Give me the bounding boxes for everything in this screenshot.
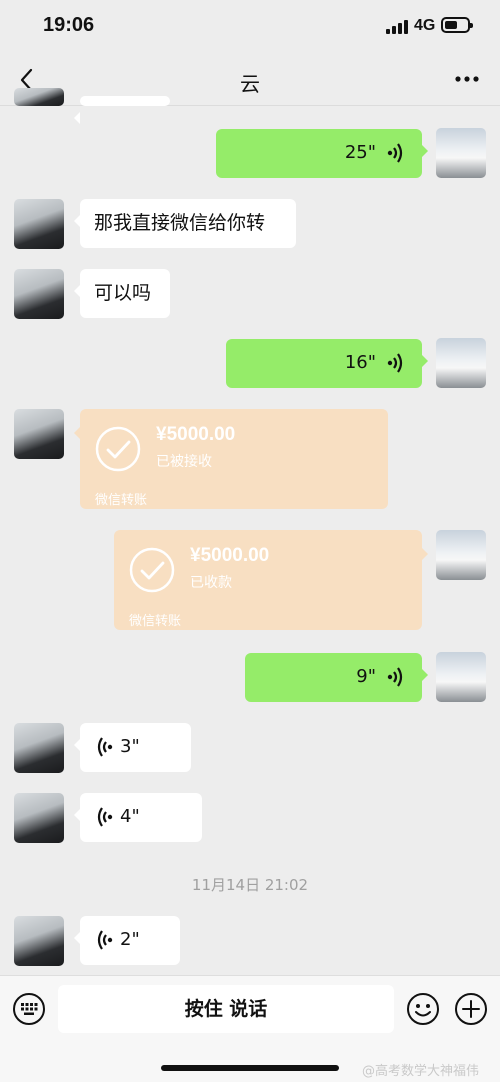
- more-functions-button[interactable]: [454, 992, 488, 1026]
- text-message-incoming[interactable]: 那我直接微信给你转: [74, 199, 296, 248]
- voice-duration: 3": [120, 736, 140, 757]
- battery-icon: [441, 17, 473, 33]
- voice-wave-icon: [387, 143, 403, 163]
- message-text: 可以吗: [94, 282, 152, 304]
- my-avatar[interactable]: [436, 652, 486, 702]
- my-avatar[interactable]: [436, 530, 486, 580]
- transfer-brand-label: 微信转账: [129, 614, 182, 629]
- voice-wave-icon: [97, 807, 113, 827]
- emoji-icon: [407, 993, 439, 1025]
- voice-wave-icon: [97, 737, 113, 757]
- voice-message-outgoing[interactable]: 25": [216, 129, 428, 178]
- transfer-status: 已被接收: [156, 454, 212, 470]
- keyboard-icon: [13, 993, 45, 1025]
- message-bubble[interactable]: [74, 96, 170, 124]
- voice-message-outgoing[interactable]: 9": [245, 653, 428, 702]
- voice-duration: 25": [344, 142, 376, 163]
- voice-duration: 2": [120, 929, 140, 950]
- contact-avatar[interactable]: [14, 409, 64, 459]
- voice-wave-icon: [387, 353, 403, 373]
- voice-message-outgoing[interactable]: 16": [226, 339, 428, 388]
- contact-avatar[interactable]: [14, 723, 64, 773]
- chat-timestamp: 11月14日 21:02: [191, 876, 309, 894]
- check-circle-icon: [129, 547, 175, 593]
- chat-title: 云: [240, 72, 260, 96]
- my-avatar[interactable]: [436, 128, 486, 178]
- status-time: 19:06: [43, 14, 95, 36]
- contact-avatar[interactable]: [14, 916, 64, 966]
- home-indicator[interactable]: [161, 1065, 339, 1071]
- contact-avatar[interactable]: [14, 269, 64, 319]
- hold-to-talk-button[interactable]: 按住 说话: [58, 985, 394, 1033]
- network-label: 4G: [414, 17, 436, 34]
- plus-icon: [455, 993, 487, 1025]
- voice-duration: 9": [356, 666, 376, 687]
- signal-icon: [386, 20, 408, 34]
- voice-message-incoming[interactable]: 3": [74, 723, 191, 772]
- voice-duration: 4": [120, 806, 140, 827]
- contact-avatar[interactable]: [14, 793, 64, 843]
- voice-wave-icon: [97, 930, 113, 950]
- voice-wave-icon: [387, 667, 403, 687]
- transfer-amount: ¥5000.00: [190, 545, 270, 566]
- watermark: @高考数学大神福伟: [362, 1064, 480, 1079]
- status-bar: 19:06 4G: [0, 0, 500, 54]
- emoji-button[interactable]: [406, 992, 440, 1026]
- transfer-card-incoming[interactable]: ¥5000.00 已被接收 微信转账: [74, 409, 388, 509]
- text-message-incoming[interactable]: 可以吗: [74, 269, 170, 318]
- my-avatar[interactable]: [436, 338, 486, 388]
- keyboard-toggle-button[interactable]: [12, 992, 46, 1026]
- check-circle-icon: [95, 426, 141, 472]
- more-button[interactable]: [454, 68, 480, 90]
- voice-message-incoming[interactable]: 2": [74, 916, 180, 965]
- transfer-amount: ¥5000.00: [156, 424, 236, 445]
- transfer-brand-label: 微信转账: [95, 493, 148, 508]
- voice-message-incoming[interactable]: 4": [74, 793, 202, 842]
- transfer-card-outgoing[interactable]: ¥5000.00 已收款 微信转账: [114, 530, 428, 630]
- voice-duration: 16": [344, 352, 376, 373]
- contact-avatar[interactable]: [14, 88, 64, 106]
- transfer-status: 已收款: [190, 575, 232, 591]
- nav-bar: 云: [0, 54, 500, 106]
- contact-avatar[interactable]: [14, 199, 64, 249]
- message-text: 那我直接微信给你转: [94, 212, 266, 234]
- more-icon: [455, 76, 479, 82]
